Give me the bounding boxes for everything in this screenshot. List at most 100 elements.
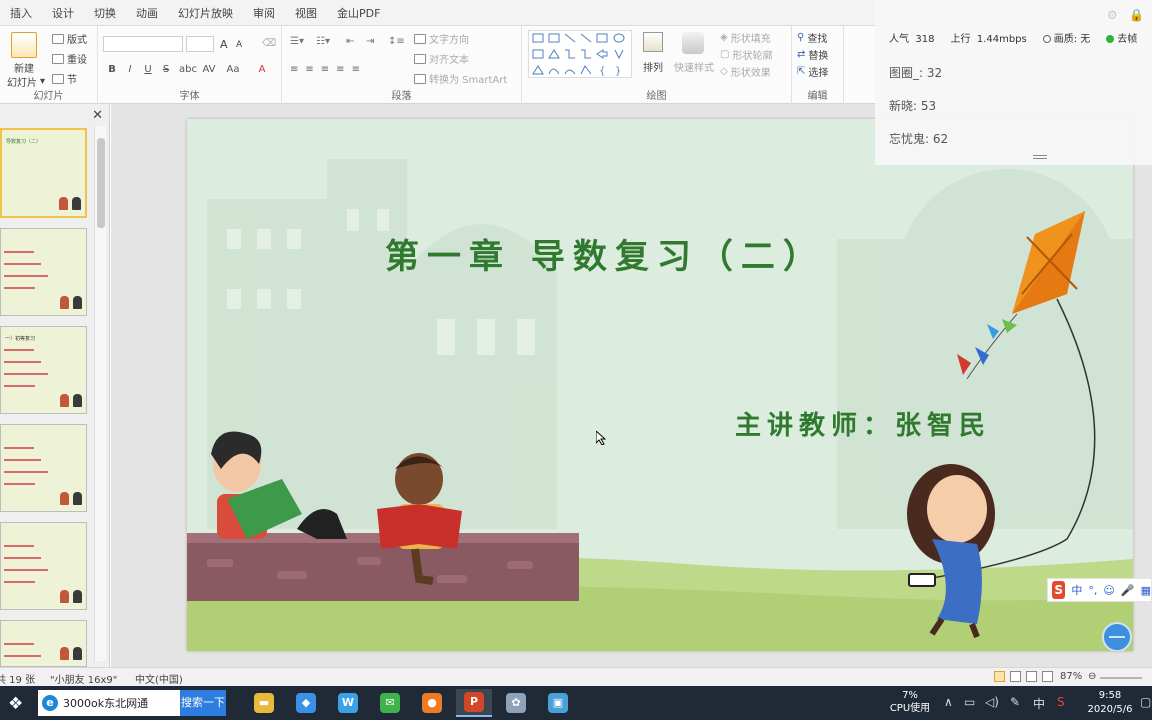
slide-thumbnail[interactable]	[0, 522, 87, 610]
upload-stat: 上行 1.44mbps	[950, 30, 1026, 45]
slide-subtitle[interactable]: 主讲教师：张智民	[735, 405, 991, 442]
ribbon-tab-1[interactable]: 设计	[42, 5, 84, 21]
sogou-tray-icon[interactable]: S	[1057, 695, 1065, 709]
current-slide[interactable]: 第一章 导数复习（二） 主讲教师：张智民	[187, 119, 1133, 651]
taskbar-app-file-explorer[interactable]: ▬	[246, 689, 282, 717]
frame-option[interactable]: 去帧	[1106, 30, 1137, 45]
ribbon-tab-7[interactable]: 金山PDF	[327, 5, 390, 21]
bold-button[interactable]: B	[104, 64, 120, 75]
network-icon[interactable]: ▭	[964, 695, 975, 709]
lock-icon[interactable]: 🔒	[1129, 8, 1144, 22]
slide-thumbnail[interactable]: 导数复习（二）	[0, 128, 87, 218]
align-text-button[interactable]: 对齐文本	[414, 51, 469, 66]
zoom-level[interactable]: 87%	[1060, 671, 1082, 682]
slide-thumbnail[interactable]	[0, 228, 87, 316]
normal-view-icon[interactable]	[994, 671, 1005, 682]
slide-thumbnail[interactable]	[0, 620, 87, 667]
smartart-icon	[414, 73, 426, 84]
search-button[interactable]: 搜索一下	[180, 690, 226, 716]
layout-button[interactable]: 版式	[52, 31, 87, 46]
taskbar-app-feishu[interactable]: ◆	[288, 689, 324, 717]
microphone-icon[interactable]: 🎤	[1121, 584, 1135, 597]
slide-sorter-icon[interactable]	[1010, 671, 1021, 682]
taskbar-app-wechat[interactable]: ✉	[372, 689, 408, 717]
taskbar-app-firefox[interactable]: ●	[414, 689, 450, 717]
shape-outline-button[interactable]: ▢ 形状轮廓	[720, 47, 772, 62]
italic-button[interactable]: I	[122, 64, 138, 75]
font-size-combo[interactable]	[186, 36, 214, 52]
close-icon[interactable]: ✕	[92, 108, 103, 123]
thumbnails-scrollbar[interactable]	[94, 126, 106, 661]
char-spacing-button[interactable]: AV	[200, 64, 218, 75]
bullets-button[interactable]: ☰▾	[290, 36, 304, 47]
decrease-indent-button[interactable]: ⇤	[346, 36, 354, 47]
new-slide-icon[interactable]	[11, 32, 37, 58]
wechat-icon: ✉	[380, 693, 400, 713]
slide-thumbnail[interactable]	[0, 424, 87, 512]
strikethrough-button[interactable]: S	[158, 64, 174, 75]
video-quality[interactable]: 画质: 无	[1042, 30, 1090, 45]
line-spacing-button[interactable]: ↕≡	[388, 36, 405, 47]
text-direction-button[interactable]: 文字方向	[414, 31, 469, 46]
ime-toolbar[interactable]: S 中 °, ☺ 🎤 ▦	[1047, 578, 1152, 602]
shapes-gallery[interactable]: {}	[528, 30, 632, 78]
shape-fill-button[interactable]: ◈ 形状填充	[720, 30, 771, 45]
ribbon-tab-3[interactable]: 动画	[126, 5, 168, 21]
language-indicator[interactable]: 中文(中国)	[135, 671, 183, 686]
pen-icon[interactable]: ✎	[1010, 695, 1020, 709]
reading-view-icon[interactable]	[1026, 671, 1037, 682]
find-button[interactable]: ⚲ 查找	[797, 30, 827, 45]
emoji-icon[interactable]: ☺	[1103, 584, 1114, 597]
smartart-button[interactable]: 转换为 SmartArt	[414, 71, 507, 86]
increase-indent-button[interactable]: ⇥	[366, 36, 374, 47]
taskbar-app-tool[interactable]: ▣	[540, 689, 576, 717]
clock[interactable]: 9:58 2020/5/6	[1085, 689, 1135, 717]
font-color-button[interactable]: A	[254, 64, 270, 75]
section-button[interactable]: 节	[52, 71, 77, 86]
taskbar-app-settings[interactable]: ✿	[498, 689, 534, 717]
clear-format-button[interactable]: ⌫	[262, 38, 276, 49]
slide-editing-area[interactable]: 第一章 导数复习（二） 主讲教师：张智民	[111, 104, 1152, 667]
chevron-up-icon[interactable]: ∧	[944, 695, 953, 709]
change-case-button[interactable]: Aa	[224, 64, 242, 75]
ribbon-tab-4[interactable]: 幻灯片放映	[168, 5, 243, 21]
ime-punctuation[interactable]: °,	[1088, 584, 1097, 597]
replace-button[interactable]: ⇄ 替换	[797, 47, 828, 62]
font-name-combo[interactable]	[103, 36, 183, 52]
volume-icon[interactable]: ◁)	[985, 695, 999, 709]
new-slide-button[interactable]: 新建	[14, 60, 34, 75]
ime-language[interactable]: 中	[1033, 695, 1045, 712]
shape-effects-button[interactable]: ◇ 形状效果	[720, 64, 771, 79]
slideshow-icon[interactable]	[1042, 671, 1053, 682]
ribbon-tab-6[interactable]: 视图	[285, 5, 327, 21]
text-shadow-button[interactable]: abc	[178, 64, 198, 75]
underline-button[interactable]: U	[140, 64, 156, 75]
quick-styles-button[interactable]: 快速样式	[674, 59, 714, 74]
ribbon-tab-2[interactable]: 切换	[84, 5, 126, 21]
select-button[interactable]: ⇱ 选择	[797, 64, 828, 79]
slide-title[interactable]: 第一章 导数复习（二）	[385, 229, 825, 278]
start-icon[interactable]: ❖	[8, 694, 23, 714]
zoom-slider[interactable]	[1100, 677, 1142, 679]
arrange-button[interactable]: 排列	[643, 59, 663, 74]
grid-icon[interactable]: ▦	[1141, 584, 1151, 597]
taskbar-app-powerpoint[interactable]: P	[456, 689, 492, 717]
drag-handle[interactable]	[1033, 155, 1047, 159]
ribbon-tab-0[interactable]: 插入	[0, 5, 42, 21]
notification-icon[interactable]: ▢	[1140, 695, 1151, 709]
ime-mode[interactable]: 中	[1071, 582, 1082, 598]
reset-button[interactable]: 重设	[52, 51, 87, 66]
ribbon-tab-5[interactable]: 审阅	[243, 5, 285, 21]
gear-icon[interactable]: ⚙	[1107, 8, 1118, 22]
shrink-font-button[interactable]: A	[236, 40, 242, 50]
search-input[interactable]: 3000ok东北网通	[63, 695, 148, 711]
grow-font-button[interactable]: A	[220, 38, 228, 51]
zoom-out-icon[interactable]: ⊖	[1088, 671, 1096, 682]
taskbar-app-w-app[interactable]: W	[330, 689, 366, 717]
align-buttons[interactable]: ≡ ≡ ≡ ≡ ≡	[290, 64, 364, 75]
sogou-logo-icon[interactable]: S	[1052, 581, 1066, 599]
numbering-button[interactable]: ☷▾	[316, 36, 330, 47]
scrollbar-thumb[interactable]	[97, 138, 105, 228]
search-box[interactable]: e 3000ok东北网通	[38, 690, 180, 716]
slide-thumbnail[interactable]: 一）初等复习	[0, 326, 87, 414]
